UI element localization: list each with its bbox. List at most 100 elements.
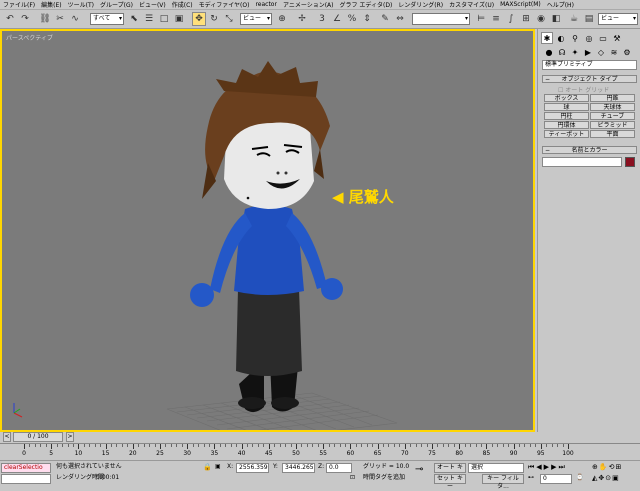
- reference-coord-dropdown[interactable]: ビュー: [240, 13, 272, 25]
- create-tab-icon[interactable]: ✱: [541, 32, 553, 44]
- menu-item-4[interactable]: ビュー(V): [139, 0, 166, 9]
- mirror-icon[interactable]: ⇔: [393, 12, 407, 26]
- align-icon[interactable]: ⊨: [474, 12, 488, 26]
- cylinder-button[interactable]: 円柱: [544, 112, 589, 120]
- absolute-mode-icon[interactable]: ▣: [215, 462, 221, 472]
- menu-item-1[interactable]: 編集(E): [41, 0, 61, 9]
- menu-item-3[interactable]: グループ(G): [100, 0, 133, 9]
- snap-toggle-icon[interactable]: 3: [315, 12, 329, 26]
- layer-manager-icon[interactable]: ≡: [489, 12, 503, 26]
- autogrid-checkbox[interactable]: ☐ オート グリッド: [558, 85, 609, 94]
- name-color-rollout-header[interactable]: − 名前とカラー: [542, 146, 637, 154]
- key-mode-icon[interactable]: ⊷: [528, 473, 534, 483]
- select-and-rotate-icon[interactable]: ↻: [207, 12, 221, 26]
- time-slider[interactable]: 0 / 100: [13, 432, 63, 442]
- shapes-icon[interactable]: ☊: [556, 46, 568, 58]
- curve-editor-icon[interactable]: ∫: [504, 12, 518, 26]
- window-crossing-icon[interactable]: ▣: [172, 12, 186, 26]
- unlink-icon[interactable]: ✂: [53, 12, 67, 26]
- undo-icon[interactable]: ↶: [3, 12, 17, 26]
- systems-icon[interactable]: ⚙: [621, 46, 633, 58]
- helpers-icon[interactable]: ◇: [595, 46, 607, 58]
- setkey-button[interactable]: セット キー: [434, 474, 466, 490]
- spinner-snap-icon[interactable]: ⇕: [360, 12, 374, 26]
- material-editor-icon[interactable]: ◉: [534, 12, 548, 26]
- select-and-move-icon[interactable]: ✥: [192, 12, 206, 26]
- select-and-scale-icon[interactable]: ⤡: [222, 12, 236, 26]
- modify-tab-icon[interactable]: ◐: [555, 32, 567, 44]
- rectangular-selection-icon[interactable]: □: [157, 12, 171, 26]
- key-filters-button[interactable]: キー フィルタ...: [482, 474, 524, 490]
- named-selection-icon[interactable]: ✎: [378, 12, 392, 26]
- manipulate-icon[interactable]: ✢: [295, 12, 309, 26]
- menu-item-13[interactable]: ヘルプ(H): [547, 0, 574, 9]
- cone-button[interactable]: 円錐: [590, 94, 635, 102]
- sphere-button[interactable]: 球: [544, 103, 589, 111]
- selection-filter-dropdown[interactable]: すべて: [90, 13, 124, 25]
- object-type-rollout-header[interactable]: − オブジェクト タイプ: [542, 75, 637, 83]
- add-time-tag-icon[interactable]: ⊡: [350, 473, 355, 483]
- menu-item-11[interactable]: カスタマイズ(U): [449, 0, 494, 9]
- viewport-nav-controls-2[interactable]: ◭✥⊙▣: [592, 473, 620, 483]
- z-coordinate-field[interactable]: 0.0: [326, 463, 352, 473]
- menu-item-10[interactable]: レンダリング(R): [398, 0, 443, 9]
- current-frame-field[interactable]: 0: [540, 474, 572, 484]
- geometry-icon[interactable]: ●: [543, 46, 555, 58]
- autokey-button[interactable]: オート キー: [434, 463, 466, 479]
- maxscript-listener-field[interactable]: clearSelectio: [1, 463, 51, 473]
- named-selection-sets-dropdown[interactable]: [412, 13, 470, 25]
- category-dropdown[interactable]: 標準プリミティブ: [542, 60, 637, 70]
- menu-item-0[interactable]: ファイル(F): [3, 0, 35, 9]
- redo-icon[interactable]: ↷: [18, 12, 32, 26]
- utilities-tab-icon[interactable]: ⚒: [611, 32, 623, 44]
- display-tab-icon[interactable]: ▭: [597, 32, 609, 44]
- hierarchy-tab-icon[interactable]: ⚲: [569, 32, 581, 44]
- set-key-icon[interactable]: ⊸: [415, 465, 423, 475]
- view-dropdown[interactable]: ビュー: [598, 13, 638, 25]
- teapot-button[interactable]: ティーポット: [544, 130, 589, 138]
- next-frame-icon[interactable]: >: [66, 432, 74, 442]
- motion-tab-icon[interactable]: ◎: [583, 32, 595, 44]
- percent-snap-icon[interactable]: %: [345, 12, 359, 26]
- schematic-view-icon[interactable]: ⊞: [519, 12, 533, 26]
- track-bar[interactable]: 0 5 10 15 20 25 30 35 40 45 50 55 60 65 70 75 80 85 90 95 10…: [0, 443, 640, 459]
- pyramid-button[interactable]: ピラミッド: [590, 121, 635, 129]
- menu-item-7[interactable]: reactor: [255, 1, 277, 8]
- playback-controls[interactable]: ⏮◀▶▶⏭: [528, 462, 567, 472]
- add-time-tag-label[interactable]: 時間タグを追加: [363, 473, 405, 483]
- lock-selection-icon[interactable]: 🔒: [203, 462, 212, 472]
- bind-space-warp-icon[interactable]: ∿: [68, 12, 82, 26]
- time-config-icon[interactable]: ⌚: [576, 473, 583, 483]
- box-button[interactable]: ボックス: [544, 94, 589, 102]
- render-scene-icon[interactable]: ◧: [549, 12, 563, 26]
- y-coordinate-field[interactable]: 3446.265: [282, 463, 315, 473]
- select-link-icon[interactable]: ⛓: [38, 12, 52, 26]
- lights-icon[interactable]: ✦: [569, 46, 581, 58]
- menu-item-9[interactable]: グラフ エディタ(D): [340, 0, 393, 9]
- pivot-center-icon[interactable]: ⊕: [275, 12, 289, 26]
- maxscript-output-field[interactable]: [1, 474, 51, 484]
- object-color-swatch[interactable]: [625, 157, 635, 167]
- menu-item-12[interactable]: MAXScript(M): [500, 1, 541, 8]
- geosphere-button[interactable]: 天球体: [590, 103, 635, 111]
- perspective-viewport[interactable]: パースペクティブ ◀ 尾鷲人: [0, 29, 535, 432]
- torus-button[interactable]: 円環体: [544, 121, 589, 129]
- object-name-field[interactable]: [542, 157, 622, 167]
- x-coordinate-field[interactable]: 2556.359: [236, 463, 269, 473]
- viewport-nav-controls[interactable]: ⊕✋⟲⊞: [592, 462, 622, 472]
- key-selection-dropdown[interactable]: 選択: [468, 463, 524, 473]
- select-object-icon[interactable]: ⬉: [127, 12, 141, 26]
- cameras-icon[interactable]: ▶: [582, 46, 594, 58]
- tube-button[interactable]: チューブ: [590, 112, 635, 120]
- render-type-icon[interactable]: ▤: [582, 12, 596, 26]
- select-by-name-icon[interactable]: ☰: [142, 12, 156, 26]
- plane-button[interactable]: 平面: [590, 130, 635, 138]
- spacewarps-icon[interactable]: ≋: [608, 46, 620, 58]
- menu-item-6[interactable]: モディファイヤ(O): [199, 0, 250, 9]
- prev-frame-icon[interactable]: <: [3, 432, 11, 442]
- menu-item-8[interactable]: アニメーション(A): [283, 0, 334, 9]
- angle-snap-icon[interactable]: ∠: [330, 12, 344, 26]
- menu-item-2[interactable]: ツール(T): [68, 0, 94, 9]
- quick-render-icon[interactable]: ☕: [567, 12, 581, 26]
- menu-item-5[interactable]: 作成(C): [172, 0, 193, 9]
